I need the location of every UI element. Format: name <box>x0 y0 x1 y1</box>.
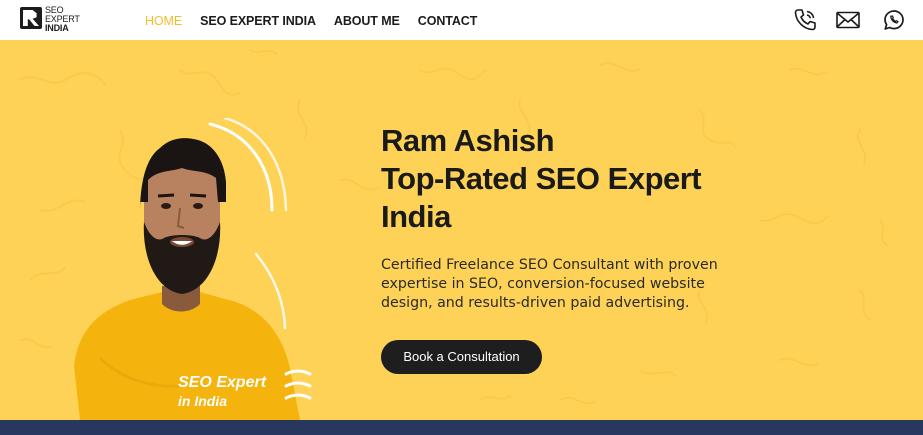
logo-text: SEO EXPERT INDIA <box>45 6 80 33</box>
shirt-text-line-2: in India <box>178 393 227 409</box>
main-menu: HOME SEO EXPERT INDIA ABOUT ME CONTACT <box>145 14 495 28</box>
logo-mark-icon <box>20 7 42 29</box>
nav-contact-link[interactable]: CONTACT <box>418 14 478 28</box>
hero-title-line-2: Top-Rated SEO Expert <box>381 161 702 196</box>
nav-about-me-link[interactable]: ABOUT ME <box>334 14 400 28</box>
site-logo[interactable]: SEO EXPERT INDIA <box>20 6 88 34</box>
footer-band <box>0 420 923 435</box>
phone-icon[interactable] <box>792 7 818 33</box>
hero-description: Certified Freelance SEO Consultant with … <box>381 257 718 311</box>
shirt-text-line-1: SEO Expert <box>178 374 267 391</box>
logo-line-3: INDIA <box>45 23 69 33</box>
mail-icon[interactable] <box>835 7 861 33</box>
hero-title-line-1: Ram Ashish <box>381 123 555 158</box>
nav-seo-expert-india-link[interactable]: SEO EXPERT INDIA <box>200 14 316 28</box>
top-navbar: SEO EXPERT INDIA HOME SEO EXPERT INDIA A… <box>0 0 923 40</box>
hero-section: SEO Expert in India Ram Ashish Top-Rated… <box>0 40 923 420</box>
hero-title-line-3: India <box>381 199 451 234</box>
consultant-portrait: SEO Expert in India <box>74 118 312 420</box>
nav-home-link[interactable]: HOME <box>145 14 182 28</box>
whatsapp-icon[interactable] <box>881 7 907 33</box>
hero-title: Ram Ashish Top-Rated SEO Expert India <box>381 122 861 236</box>
book-consultation-button[interactable]: Book a Consultation <box>381 340 542 374</box>
